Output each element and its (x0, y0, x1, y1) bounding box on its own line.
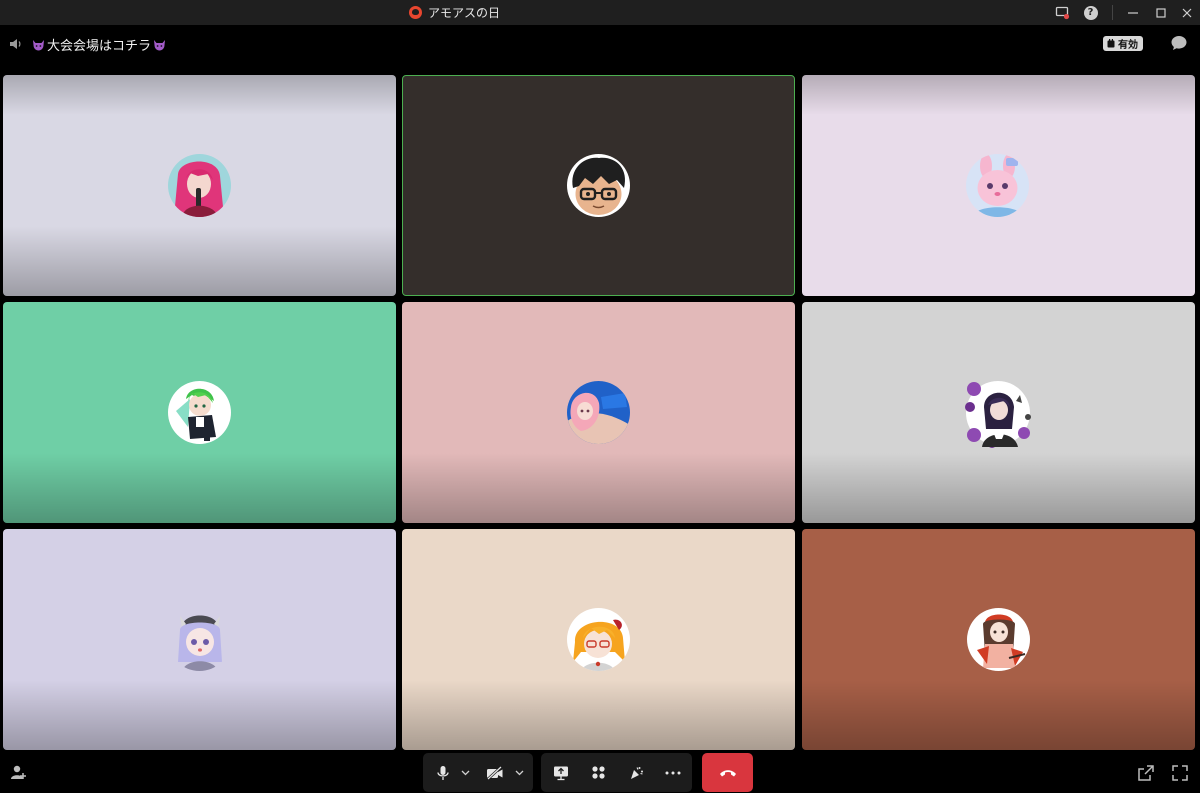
popout-icon[interactable] (1137, 764, 1155, 782)
video-off-icon (487, 765, 503, 780)
chevron-down-icon (515, 770, 523, 775)
video-button[interactable] (483, 753, 507, 792)
devil-emoji-icon (33, 39, 44, 50)
caption-icon (1107, 39, 1115, 48)
participant-avatar (962, 377, 1034, 449)
participant-tile[interactable] (802, 529, 1195, 750)
share-screen-button[interactable] (549, 753, 573, 792)
fullscreen-icon[interactable] (1171, 764, 1189, 782)
speaker-icon[interactable] (8, 36, 24, 52)
participant-avatar (168, 381, 231, 444)
titlebar-divider (1112, 5, 1113, 20)
status-badge-label: 有効 (1118, 40, 1138, 51)
participant-tile[interactable] (3, 529, 396, 750)
close-window-icon[interactable] (1179, 5, 1194, 20)
add-participant-icon[interactable] (9, 764, 27, 782)
window-title-group: アモアスの日 (409, 4, 500, 21)
more-icon (665, 771, 681, 774)
reactions-button[interactable] (624, 753, 648, 792)
share-screen-icon (554, 766, 568, 780)
help-icon[interactable]: ? (1083, 5, 1098, 20)
devil-emoji-icon (154, 39, 166, 50)
participant-avatar (168, 154, 231, 217)
microphone-button[interactable] (431, 753, 455, 792)
participant-avatar (966, 154, 1029, 217)
participant-tile[interactable] (402, 75, 795, 296)
status-badge[interactable]: 有効 (1103, 36, 1143, 51)
av-controls (423, 753, 533, 792)
participant-tile[interactable] (802, 75, 1195, 296)
reactions-icon (631, 766, 643, 779)
participant-tile[interactable] (402, 529, 795, 750)
apps-button[interactable] (586, 753, 610, 792)
more-options-button[interactable] (661, 753, 685, 792)
end-call-icon (719, 769, 736, 776)
participant-avatar (168, 608, 231, 671)
microphone-options-button[interactable] (458, 753, 472, 792)
minimize-icon[interactable] (1125, 5, 1140, 20)
video-options-button[interactable] (512, 753, 526, 792)
participant-tile[interactable] (802, 302, 1195, 523)
meeting-name-group: 大会会場はコチラ (32, 35, 166, 54)
microphone-icon (437, 765, 449, 780)
participant-tile[interactable] (3, 75, 396, 296)
participant-avatar (967, 608, 1030, 671)
meeting-name: 大会会場はコチラ (47, 39, 152, 54)
apps-icon (591, 766, 605, 779)
participant-avatar (567, 154, 630, 217)
window-title: アモアスの日 (428, 6, 501, 20)
meeting-actions (541, 753, 692, 792)
participant-avatar (567, 381, 630, 444)
participant-avatar (567, 608, 630, 671)
meeting-toolbar (0, 752, 1200, 793)
maximize-icon[interactable] (1153, 5, 1168, 20)
participant-tile[interactable] (402, 302, 795, 523)
app-logo-icon (409, 6, 422, 19)
end-call-button[interactable] (702, 753, 753, 792)
participant-tile[interactable] (3, 302, 396, 523)
chevron-down-icon (461, 770, 469, 775)
cast-icon[interactable] (1055, 5, 1070, 20)
meeting-header: 大会会場はコチラ 有効 (0, 25, 1200, 73)
chat-icon[interactable] (1170, 34, 1188, 52)
title-bar: アモアスの日 ? (0, 0, 1200, 25)
